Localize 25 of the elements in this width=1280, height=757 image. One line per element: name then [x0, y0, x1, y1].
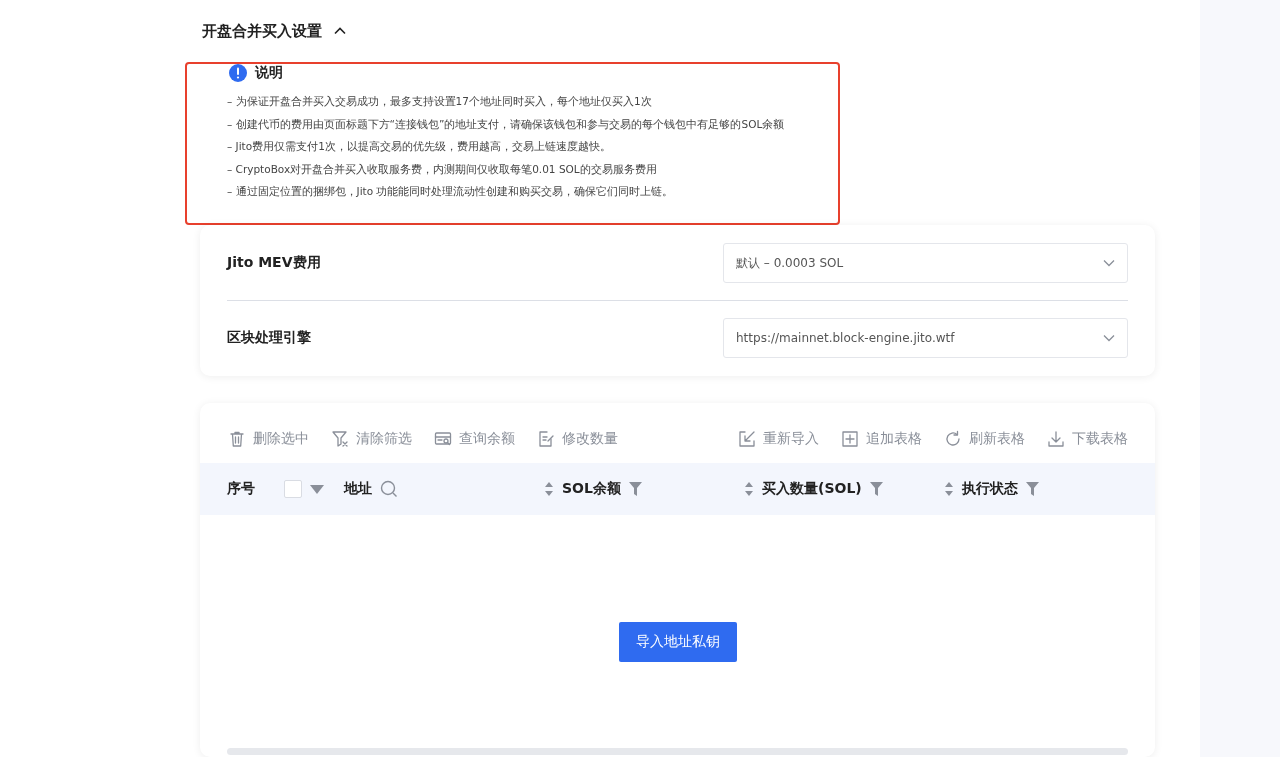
- toolbar-button[interactable]: 查询余额: [434, 427, 515, 451]
- notice-text: – 创建代币的费用由页面标题下方“连接钱包”的地址支付，请确保该钱包和参与交易的每个钱包中有足够的SOL余额: [227, 116, 786, 132]
- notice-text: – 为保证开盘合并买入交易成功，最多支持设置17个地址同时买入，每个地址仅买入1次: [227, 94, 653, 109]
- notice-text: – CryptoBox对开盘合并买入收取服务费，内测期间仅收取每笔0.01 SOL的交易服务费用: [227, 161, 658, 177]
- toolbar-button[interactable]: 修改数量: [537, 427, 618, 451]
- toolbar-button[interactable]: 删除选中: [228, 427, 309, 451]
- toolbar-button[interactable]: 追加表格: [841, 427, 922, 451]
- toolbar-button[interactable]: 刷新表格: [944, 427, 1025, 451]
- notice-title: 说明: [255, 64, 283, 82]
- setting-label: 区块处理引擎: [227, 329, 311, 347]
- column-header: 执行状态: [962, 480, 1018, 498]
- column-header: 买入数量(SOL): [762, 480, 862, 498]
- column-header: 序号: [227, 480, 255, 498]
- toolbar-button[interactable]: 下载表格: [1047, 427, 1128, 451]
- column-header: 地址: [344, 480, 372, 498]
- setting-label: Jito MEV费用: [227, 254, 321, 272]
- toolbar-button[interactable]: 清除筛选: [331, 427, 412, 451]
- toolbar-button[interactable]: 重新导入: [738, 427, 819, 451]
- column-header: SOL余额: [562, 480, 621, 498]
- dropdown-field[interactable]: 默认 – 0.0003 SOL: [723, 243, 1128, 283]
- notice-text: – 通过固定位置的捆绑包，Jito 功能能同时处理流动性创建和购买交易，确保它们同时上链。: [227, 184, 675, 199]
- import-keys-button[interactable]: 导入地址私钥: [618, 621, 737, 662]
- dropdown-field[interactable]: https://mainnet.block-engine.jito.wtf: [723, 318, 1128, 358]
- notice-text: – Jito费用仅需支付1次，以提高交易的优先级，费用越高，交易上链速度越快。: [227, 139, 612, 154]
- section-title: 开盘合并买入设置: [202, 21, 322, 41]
